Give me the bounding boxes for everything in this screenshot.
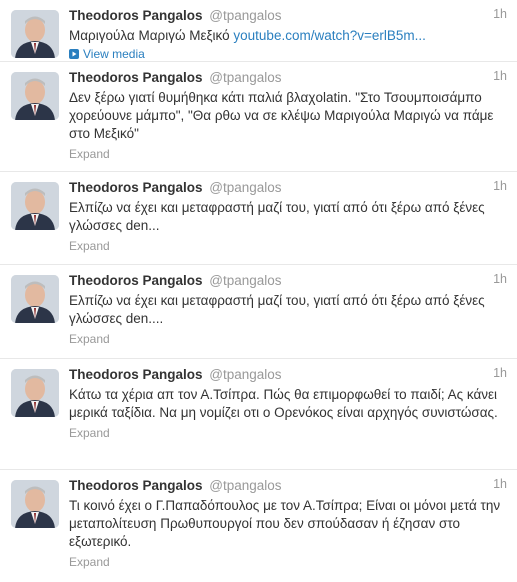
- tweet-header: Theodoros Pangalos @tpangalos: [69, 272, 507, 290]
- avatar[interactable]: [11, 10, 59, 58]
- author-name[interactable]: Theodoros Pangalos: [69, 273, 203, 288]
- tweet-text: Κάτω τα χέρια απ τον Α.Τσίπρα. Πώς θα επ…: [69, 387, 498, 420]
- expand-link[interactable]: Expand: [69, 238, 507, 254]
- timestamp[interactable]: 1h: [493, 477, 507, 491]
- tweet-text: Δεν ξέρω γιατί θυμήθηκα κάτι παλιά βλαχo…: [69, 90, 494, 141]
- tweet[interactable]: Theodoros Pangalos @tpangalos 1h Ελπίζω …: [0, 172, 517, 265]
- view-media-label: View media: [83, 47, 145, 61]
- author-name[interactable]: Theodoros Pangalos: [69, 478, 203, 493]
- timestamp[interactable]: 1h: [493, 272, 507, 286]
- author-handle[interactable]: @tpangalos: [209, 70, 281, 85]
- author-handle[interactable]: @tpangalos: [209, 367, 281, 382]
- tweet-header: Theodoros Pangalos @tpangalos: [69, 7, 507, 25]
- tweet-text: Τι κοινό έχει ο Γ.Παπαδόπουλος με τον Α.…: [69, 498, 501, 549]
- media-icon: [69, 49, 79, 59]
- author-handle[interactable]: @tpangalos: [209, 180, 281, 195]
- tweet-text-body: Μαριγούλα Μαριγώ Μεξικό: [69, 28, 234, 43]
- avatar[interactable]: [11, 72, 59, 120]
- timestamp[interactable]: 1h: [493, 179, 507, 193]
- author-name[interactable]: Theodoros Pangalos: [69, 70, 203, 85]
- avatar[interactable]: [11, 275, 59, 323]
- expand-link[interactable]: Expand: [69, 425, 507, 441]
- expand-link[interactable]: Expand: [69, 331, 507, 347]
- expand-link[interactable]: Expand: [69, 554, 507, 570]
- tweet-header: Theodoros Pangalos @tpangalos: [69, 69, 507, 87]
- tweet[interactable]: Theodoros Pangalos @tpangalos 1h Δεν ξέρ…: [0, 62, 517, 172]
- tweet[interactable]: Theodoros Pangalos @tpangalos 1h Ελπίζω …: [0, 265, 517, 359]
- timestamp[interactable]: 1h: [493, 366, 507, 380]
- author-handle[interactable]: @tpangalos: [209, 478, 281, 493]
- expand-link[interactable]: Expand: [69, 146, 507, 162]
- author-name[interactable]: Theodoros Pangalos: [69, 8, 203, 23]
- tweet-text: Ελπίζω να έχει και μεταφραστή μαζί του, …: [69, 293, 485, 326]
- view-media-link[interactable]: View media: [69, 46, 507, 62]
- tweet-header: Theodoros Pangalos @tpangalos: [69, 477, 507, 495]
- author-handle[interactable]: @tpangalos: [209, 8, 281, 23]
- timestamp[interactable]: 1h: [493, 69, 507, 83]
- tweet[interactable]: Theodoros Pangalos @tpangalos 1h Κάτω τα…: [0, 359, 517, 470]
- author-name[interactable]: Theodoros Pangalos: [69, 367, 203, 382]
- tweet-text: Ελπίζω να έχει και μεταφραστή μαζί του, …: [69, 200, 485, 233]
- author-name[interactable]: Theodoros Pangalos: [69, 180, 203, 195]
- tweet-timeline: Theodoros Pangalos @tpangalos 1h Μαριγού…: [0, 0, 517, 579]
- tweet[interactable]: Theodoros Pangalos @tpangalos 1h Μαριγού…: [0, 0, 517, 62]
- avatar[interactable]: [11, 182, 59, 230]
- avatar[interactable]: [11, 480, 59, 528]
- tweet-link[interactable]: youtube.com/watch?v=erlB5m...: [233, 28, 425, 43]
- tweet-header: Theodoros Pangalos @tpangalos: [69, 179, 507, 197]
- tweet[interactable]: Theodoros Pangalos @tpangalos 1h Τι κοιν…: [0, 470, 517, 579]
- avatar[interactable]: [11, 369, 59, 417]
- timestamp[interactable]: 1h: [493, 7, 507, 21]
- tweet-header: Theodoros Pangalos @tpangalos: [69, 366, 507, 384]
- tweet-text: Μαριγούλα Μαριγώ Μεξικό youtube.com/watc…: [69, 27, 507, 45]
- author-handle[interactable]: @tpangalos: [209, 273, 281, 288]
